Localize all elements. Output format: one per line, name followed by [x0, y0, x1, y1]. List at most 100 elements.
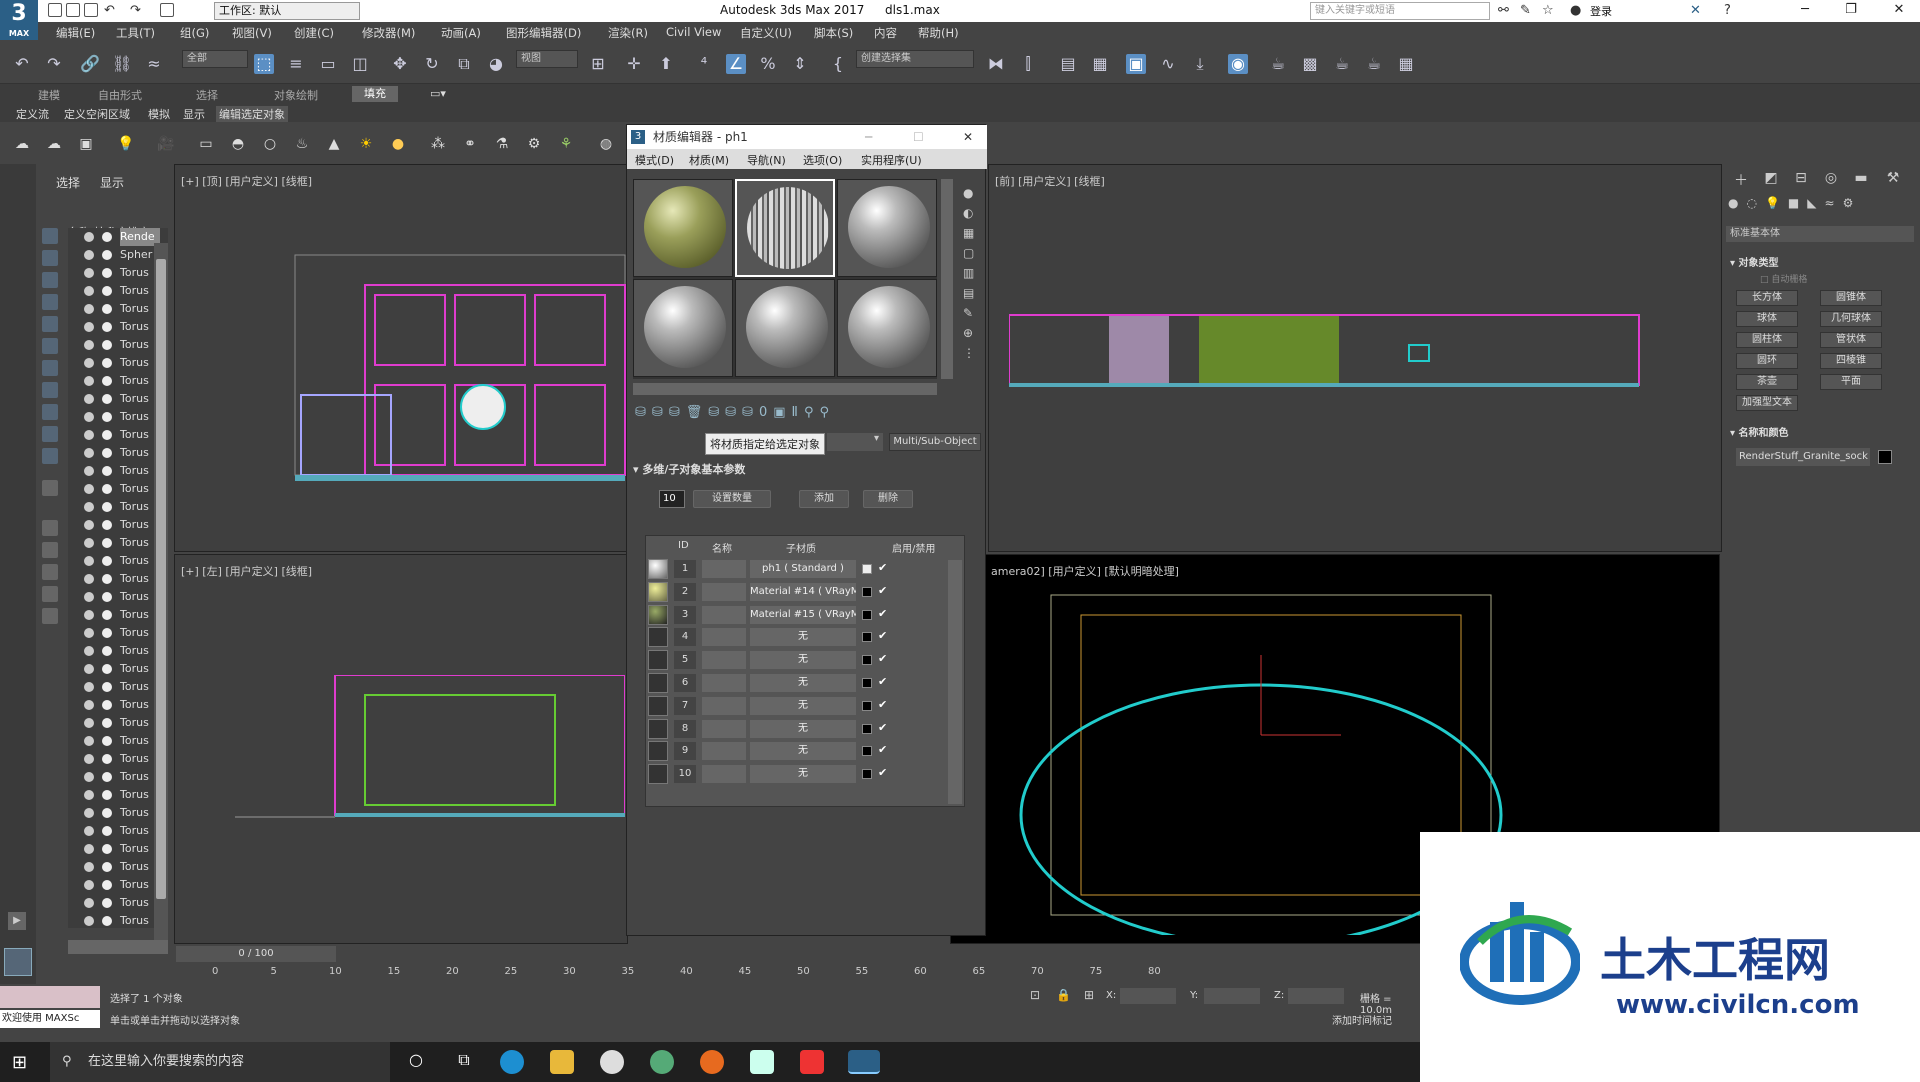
submaterial-color[interactable] [862, 632, 872, 643]
submaterial-color[interactable] [862, 769, 872, 780]
submaterial-swatch[interactable] [648, 741, 668, 762]
redo-icon[interactable]: ↷ [44, 54, 64, 74]
cone-icon[interactable]: ▲ [324, 134, 344, 154]
reset-map-icon[interactable]: 🗑 [686, 405, 709, 420]
cameras-icon[interactable]: ■ [1788, 196, 1807, 210]
material-count-field[interactable]: 10 [659, 490, 685, 508]
submaterial-name-field[interactable] [702, 651, 746, 670]
me-menu-navigation[interactable]: 导航(N) [747, 152, 786, 168]
render-toggle-icon[interactable] [102, 736, 112, 746]
delete-button[interactable]: 删除 [863, 490, 913, 508]
visibility-eye-icon[interactable] [84, 646, 94, 656]
render-toggle-icon[interactable] [102, 574, 112, 584]
subtab-simulate[interactable]: 模拟 [148, 106, 170, 122]
make-copy-icon[interactable]: ⛁ [708, 405, 725, 420]
visibility-eye-icon[interactable] [84, 412, 94, 422]
submaterial-name-field[interactable] [702, 582, 746, 601]
submaterial-row[interactable]: 3 Material #15 ( VRayMtl ) ✔ [646, 604, 946, 626]
scene-hscrollbar[interactable] [68, 940, 168, 954]
scene-list-item[interactable]: Torus [68, 264, 168, 282]
scene-tab-display[interactable]: 显示 [100, 174, 124, 191]
submaterial-row[interactable]: 5 无 ✔ [646, 649, 946, 671]
scene-list-item[interactable]: Torus [68, 912, 168, 928]
scene-list-item[interactable]: Torus [68, 354, 168, 372]
visibility-eye-icon[interactable] [84, 340, 94, 350]
select-by-name-icon[interactable]: ≡ [286, 54, 306, 74]
submaterial-id[interactable]: 7 [674, 696, 696, 715]
menu-civil-view[interactable]: Civil View [666, 25, 721, 39]
filter-cameras-icon[interactable] [42, 294, 58, 310]
sample-slot-6[interactable] [837, 279, 937, 377]
submaterial-button[interactable]: 无 [750, 742, 856, 761]
x-field[interactable] [1120, 988, 1176, 1004]
me-menu-modes[interactable]: 模式(D) [635, 152, 674, 168]
placement-icon[interactable]: ◕ [486, 54, 506, 74]
gear-icon[interactable]: ⚙ [524, 134, 544, 154]
scene-list-item[interactable]: Torus [68, 336, 168, 354]
render-toggle-icon[interactable] [102, 430, 112, 440]
submaterial-swatch[interactable] [648, 718, 668, 739]
filter-containers-icon[interactable] [42, 426, 58, 442]
visibility-eye-icon[interactable] [84, 574, 94, 584]
make-preview-icon[interactable]: ▤ [963, 283, 975, 303]
sample-slot-1[interactable] [633, 179, 733, 277]
scene-list-item[interactable]: Torus [68, 822, 168, 840]
backlight-icon[interactable]: ◐ [963, 203, 975, 223]
sample-type-icon[interactable]: ● [963, 183, 975, 203]
submaterial-enabled-checkbox[interactable]: ✔ [878, 721, 887, 734]
submaterial-name-field[interactable] [702, 696, 746, 715]
teapot-button[interactable]: 茶壶 [1736, 374, 1798, 390]
select-object-icon[interactable]: ⬚ [254, 54, 274, 74]
filter-frozen-icon[interactable] [42, 448, 58, 464]
menu-views[interactable]: 视图(V) [232, 25, 272, 41]
submaterial-button[interactable]: Material #15 ( VRayMtl ) [750, 605, 856, 624]
submaterial-color[interactable] [862, 723, 872, 734]
menu-group[interactable]: 组(G) [180, 25, 209, 41]
scene-list-item[interactable]: Torus [68, 660, 168, 678]
visibility-eye-icon[interactable] [84, 304, 94, 314]
autogrid-checkbox[interactable]: □ 自动栅格 [1760, 272, 1807, 285]
submaterial-id[interactable]: 3 [674, 605, 696, 624]
play-icon[interactable]: ▶ [8, 912, 26, 930]
edge-icon[interactable] [500, 1050, 524, 1074]
submaterial-name-field[interactable] [702, 605, 746, 624]
hierarchy-tab-icon[interactable]: ⊟ [1792, 170, 1810, 188]
submaterial-row[interactable]: 4 无 ✔ [646, 626, 946, 648]
go-to-parent-icon[interactable]: ⚲ [804, 405, 820, 420]
pivot-icon[interactable]: ⊞ [588, 54, 608, 74]
submaterial-enabled-checkbox[interactable]: ✔ [878, 766, 887, 779]
submaterial-id[interactable]: 6 [674, 674, 696, 692]
render-toggle-icon[interactable] [102, 898, 112, 908]
utilities-tab-icon[interactable]: ⚒ [1884, 170, 1902, 188]
visibility-eye-icon[interactable] [84, 772, 94, 782]
submaterial-color[interactable] [862, 655, 872, 666]
submaterial-button[interactable]: 无 [750, 674, 856, 692]
scene-list-item[interactable]: Torus [68, 678, 168, 696]
render-toggle-icon[interactable] [102, 772, 112, 782]
visibility-eye-icon[interactable] [84, 790, 94, 800]
submaterial-enabled-checkbox[interactable]: ✔ [878, 607, 887, 620]
file-explorer-icon[interactable] [550, 1050, 574, 1074]
a360-icon[interactable]: ▦ [1396, 54, 1416, 74]
filter-funnel-icon[interactable] [42, 564, 58, 580]
material-editor-titlebar[interactable]: 3 材质编辑器 - ph1 ─ ☐ ✕ [627, 125, 987, 149]
viewport-left-label[interactable]: [+] [左] [用户定义] [线框] [181, 563, 312, 579]
submaterial-name-field[interactable] [702, 560, 746, 578]
submaterial-enabled-checkbox[interactable]: ✔ [878, 561, 887, 574]
autodesk-x-icon[interactable]: ✕ [1690, 3, 1701, 18]
sample-slot-4[interactable] [633, 279, 733, 377]
scene-list-item[interactable]: Torus [68, 480, 168, 498]
submaterial-color[interactable] [862, 700, 872, 711]
align-icon[interactable]: ⫿ [1018, 54, 1038, 74]
percent-snap-icon[interactable]: % [758, 54, 778, 74]
submaterial-swatch[interactable] [648, 559, 668, 579]
systems-icon[interactable]: ⚙ [1843, 196, 1862, 210]
lock-icon[interactable]: 🔒 [1056, 988, 1071, 1002]
sphere-gold-icon[interactable]: ● [388, 134, 408, 154]
angle-snap-icon[interactable]: ∠ [726, 54, 746, 74]
select-by-material-icon[interactable]: ⊕ [963, 323, 975, 343]
layer-explorer-icon[interactable]: ▦ [1090, 54, 1110, 74]
submaterial-name-field[interactable] [702, 628, 746, 647]
submaterial-id[interactable]: 8 [674, 719, 696, 738]
plane-button[interactable]: 平面 [1820, 374, 1882, 390]
